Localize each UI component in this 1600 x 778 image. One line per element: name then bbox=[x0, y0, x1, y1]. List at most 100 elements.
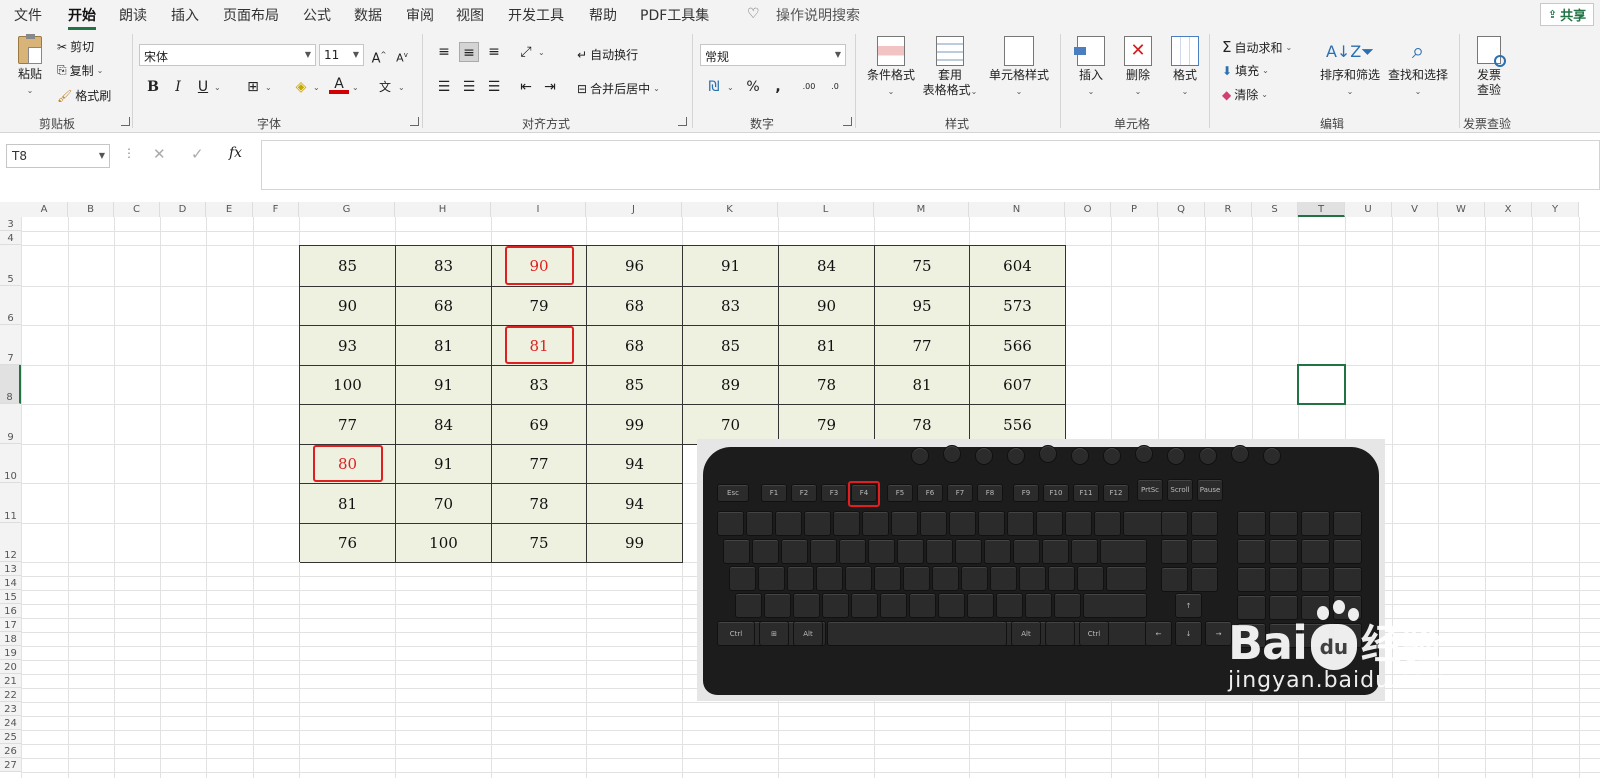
table-cell[interactable]: 93 bbox=[300, 326, 396, 366]
table-cell[interactable]: 99 bbox=[587, 524, 683, 563]
table-cell[interactable]: 79 bbox=[492, 287, 587, 326]
table-cell[interactable]: 68 bbox=[396, 287, 492, 326]
row-header[interactable]: 15 bbox=[0, 590, 21, 604]
table-cell[interactable]: 83 bbox=[396, 246, 492, 287]
orientation-icon[interactable]: ⤢ bbox=[516, 42, 536, 62]
column-header[interactable]: E bbox=[206, 202, 253, 217]
font-launcher-icon[interactable] bbox=[410, 117, 419, 126]
clipboard-launcher-icon[interactable] bbox=[121, 117, 130, 126]
table-cell[interactable]: 75 bbox=[875, 246, 970, 287]
tab-view[interactable]: 视图 bbox=[456, 5, 484, 25]
tab-home[interactable]: 开始 bbox=[68, 5, 96, 30]
copy-button[interactable]: ⎘ 复制 ⌄ bbox=[57, 62, 103, 79]
column-header[interactable]: W bbox=[1438, 202, 1485, 217]
column-header[interactable]: Y bbox=[1532, 202, 1579, 217]
table-cell[interactable]: 85 bbox=[683, 326, 779, 366]
table-cell[interactable]: 81 bbox=[779, 326, 875, 366]
tab-pdf-tools[interactable]: PDF工具集 bbox=[640, 5, 709, 25]
clear-button[interactable]: ◆ 清除 ⌄ bbox=[1222, 86, 1268, 103]
row-header[interactable]: 12 bbox=[0, 523, 21, 562]
table-cell[interactable]: 77 bbox=[300, 405, 396, 445]
row-header[interactable]: 10 bbox=[0, 444, 21, 483]
table-cell[interactable]: 573 bbox=[970, 287, 1066, 326]
cancel-icon[interactable]: ✕ bbox=[153, 145, 166, 163]
row-header[interactable]: 25 bbox=[0, 730, 21, 744]
table-cell[interactable]: 77 bbox=[492, 445, 587, 484]
table-cell[interactable]: 80 bbox=[300, 445, 396, 484]
table-cell[interactable]: 96 bbox=[587, 246, 683, 287]
row-header[interactable]: 14 bbox=[0, 576, 21, 590]
table-cell[interactable]: 68 bbox=[587, 326, 683, 366]
column-header[interactable]: R bbox=[1205, 202, 1252, 217]
align-bottom-icon[interactable]: ≡ bbox=[484, 42, 504, 62]
row-header[interactable]: 8 bbox=[0, 365, 21, 404]
tab-page-layout[interactable]: 页面布局 bbox=[223, 5, 279, 25]
align-center-icon[interactable]: ☰ bbox=[459, 77, 479, 97]
tab-insert[interactable]: 插入 bbox=[171, 5, 199, 25]
column-header[interactable]: P bbox=[1111, 202, 1158, 217]
table-cell[interactable]: 85 bbox=[587, 366, 683, 405]
table-cell[interactable]: 78 bbox=[779, 366, 875, 405]
autosum-button[interactable]: Σ 自动求和 ⌄ bbox=[1222, 38, 1292, 56]
column-header[interactable]: X bbox=[1485, 202, 1532, 217]
table-cell[interactable]: 81 bbox=[492, 326, 587, 366]
enter-icon[interactable]: ✓ bbox=[191, 145, 204, 163]
table-cell[interactable]: 95 bbox=[875, 287, 970, 326]
tab-formulas[interactable]: 公式 bbox=[303, 5, 331, 25]
row-header[interactable]: 3 bbox=[0, 217, 21, 231]
borders-icon[interactable]: ⊞ bbox=[243, 77, 263, 97]
row-header[interactable]: 17 bbox=[0, 618, 21, 632]
align-left-icon[interactable]: ☰ bbox=[434, 77, 454, 97]
tab-help[interactable]: 帮助 bbox=[589, 5, 617, 25]
row-header[interactable]: 26 bbox=[0, 744, 21, 758]
table-cell[interactable]: 78 bbox=[492, 484, 587, 524]
column-header[interactable]: Q bbox=[1158, 202, 1205, 217]
column-header[interactable]: O bbox=[1065, 202, 1111, 217]
column-header[interactable]: V bbox=[1392, 202, 1438, 217]
wrap-text-button[interactable]: ↵ 自动换行 bbox=[577, 46, 638, 63]
table-cell[interactable]: 90 bbox=[492, 246, 587, 287]
formula-input[interactable] bbox=[261, 140, 1600, 190]
number-format-select[interactable]: 常规 ▼ bbox=[700, 44, 846, 66]
row-header[interactable]: 6 bbox=[0, 286, 21, 325]
italic-button[interactable]: I bbox=[168, 77, 188, 97]
comma-style-icon[interactable]: , bbox=[768, 77, 788, 97]
format-cells-button[interactable]: 格式 ⌄ bbox=[1165, 36, 1205, 99]
table-cell[interactable]: 89 bbox=[683, 366, 779, 405]
column-header[interactable]: S bbox=[1252, 202, 1298, 217]
underline-button[interactable]: U bbox=[193, 77, 213, 97]
accounting-format-icon[interactable]: ₪ bbox=[704, 77, 724, 97]
insert-cells-button[interactable]: 插入 ⌄ bbox=[1071, 36, 1111, 99]
find-select-button[interactable]: ⌕ 查找和选择 ⌄ bbox=[1384, 36, 1452, 99]
cut-button[interactable]: ✂ 剪切 bbox=[57, 38, 94, 55]
shrink-font-button[interactable]: Av bbox=[392, 45, 412, 65]
percent-style-icon[interactable]: % bbox=[743, 77, 763, 97]
table-cell[interactable]: 99 bbox=[587, 405, 683, 445]
column-header[interactable]: B bbox=[68, 202, 114, 217]
font-name-select[interactable]: 宋体 ▼ bbox=[139, 44, 316, 66]
column-header[interactable]: J bbox=[586, 202, 682, 217]
tab-developer[interactable]: 开发工具 bbox=[508, 5, 564, 25]
select-all-corner[interactable] bbox=[0, 202, 21, 217]
table-cell[interactable]: 91 bbox=[396, 366, 492, 405]
row-header[interactable]: 27 bbox=[0, 758, 21, 772]
row-header[interactable]: 24 bbox=[0, 716, 21, 730]
column-header[interactable]: G bbox=[299, 202, 395, 217]
align-right-icon[interactable]: ☰ bbox=[484, 77, 504, 97]
paste-button[interactable]: 粘贴 ⌄ bbox=[12, 34, 48, 98]
table-cell[interactable]: 83 bbox=[492, 366, 587, 405]
font-size-select[interactable]: 11 ▼ bbox=[319, 44, 364, 66]
table-cell[interactable]: 566 bbox=[970, 326, 1066, 366]
insert-function-icon[interactable]: fx bbox=[229, 145, 242, 161]
table-cell[interactable]: 81 bbox=[396, 326, 492, 366]
grow-font-button[interactable]: A^ bbox=[369, 45, 389, 66]
table-cell[interactable]: 90 bbox=[779, 287, 875, 326]
tab-review[interactable]: 审阅 bbox=[406, 5, 434, 25]
table-cell[interactable]: 604 bbox=[970, 246, 1066, 287]
column-header[interactable]: N bbox=[969, 202, 1065, 217]
selected-cell[interactable] bbox=[1297, 364, 1346, 405]
invoice-check-button[interactable]: 发票 查验 bbox=[1467, 36, 1511, 98]
column-header[interactable]: H bbox=[395, 202, 491, 217]
row-header[interactable]: 16 bbox=[0, 604, 21, 618]
table-cell[interactable]: 81 bbox=[875, 366, 970, 405]
